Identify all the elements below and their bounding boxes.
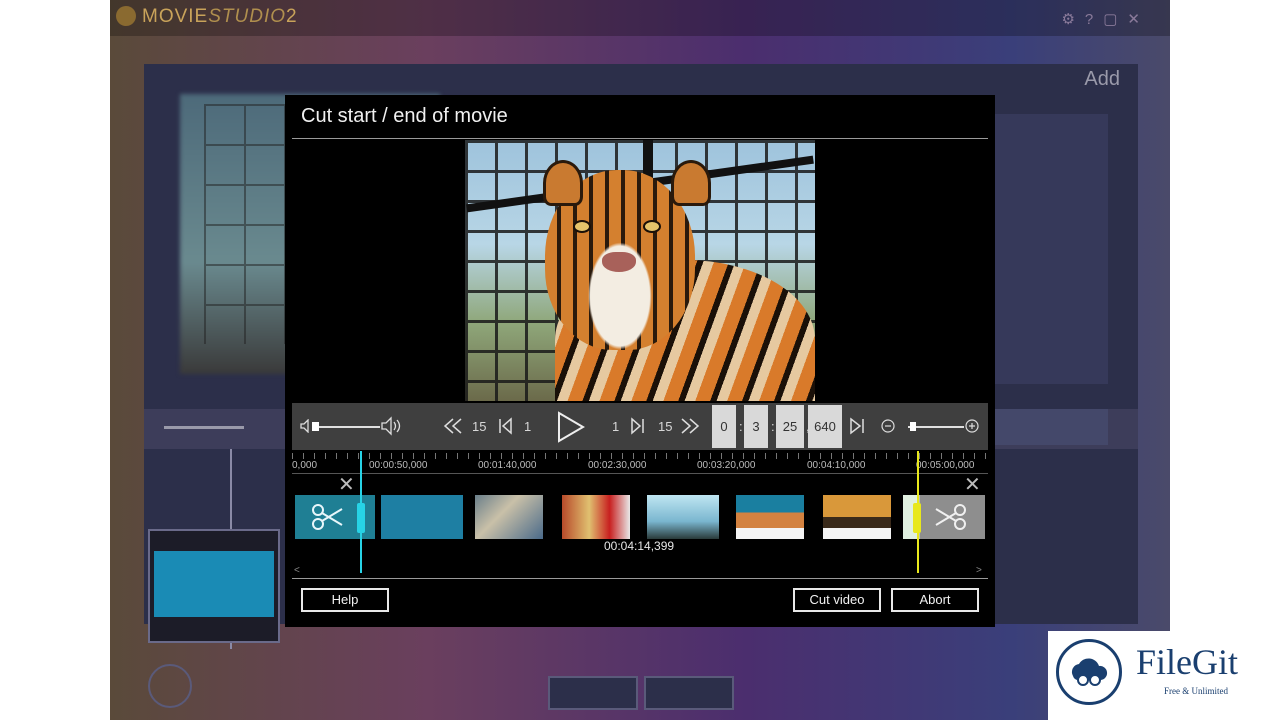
help-button[interactable]: Help: [301, 588, 389, 612]
zoom-slider-knob[interactable]: [910, 422, 916, 431]
tiger-nose: [602, 252, 636, 272]
tiger-eye: [643, 220, 661, 233]
play-icon[interactable]: [555, 411, 585, 443]
time-ruler[interactable]: 0,000 00:00:50,000 00:01:40,000 00:02:30…: [292, 453, 988, 475]
brand-movie: MOVIE: [142, 6, 209, 27]
remove-start-cut-icon[interactable]: ✕: [338, 475, 355, 495]
volume-slider-knob[interactable]: [312, 422, 319, 431]
tiger-ear: [543, 160, 583, 206]
clip-thumbnail[interactable]: [736, 495, 804, 539]
background-clip: [148, 529, 280, 643]
tiger-eye: [573, 220, 591, 233]
timecode-minutes[interactable]: 3: [744, 405, 768, 448]
window-controls-icon: ⚙?▢✕: [1061, 11, 1150, 28]
remove-end-cut-icon[interactable]: ✕: [964, 475, 981, 495]
cut-video-button[interactable]: Cut video: [793, 588, 881, 612]
scroll-right-icon[interactable]: >: [976, 565, 982, 576]
dialog-title: Cut start / end of movie: [301, 105, 508, 127]
timecode-separator: :: [739, 419, 743, 434]
app-titlebar: MOVIESTUDIO2 ⚙?▢✕: [110, 0, 1170, 36]
cursor-time-label: 00:04:14,399: [602, 539, 677, 553]
ruler-label: 00:05:00,000: [916, 460, 975, 471]
volume-slider[interactable]: [316, 426, 380, 428]
ruler-label: 00:02:30,000: [588, 460, 647, 471]
clip-thumbnail[interactable]: [647, 495, 719, 539]
skip-to-end-icon[interactable]: [848, 417, 866, 435]
logo-icon: [116, 6, 136, 26]
brand-studio: STUDIO: [208, 6, 287, 27]
title-divider: [292, 138, 988, 139]
timeline-divider: [292, 578, 988, 579]
timecode-hours[interactable]: 0: [712, 405, 736, 448]
background-add-label: Add: [1084, 68, 1120, 90]
ruler-label: 00:00:50,000: [369, 460, 428, 471]
video-preview: [465, 140, 815, 401]
rewind-1-icon[interactable]: [497, 417, 515, 435]
forward-15-icon[interactable]: [680, 417, 700, 435]
ruler-ticks: [292, 453, 988, 459]
rewind-1-label[interactable]: 1: [524, 403, 531, 450]
cut-end-marker[interactable]: [917, 451, 919, 573]
zoom-slider[interactable]: [908, 426, 964, 428]
rewind-15-label[interactable]: 15: [472, 403, 486, 450]
clip-thumbnail[interactable]: [562, 495, 630, 539]
zoom-in-icon[interactable]: [965, 419, 979, 433]
volume-high-icon[interactable]: [381, 416, 403, 436]
clip-thumbnail-cut-end[interactable]: [903, 495, 985, 539]
scissors-icon: [312, 504, 343, 530]
brand-version: 2: [286, 6, 298, 27]
volume-low-icon[interactable]: [300, 419, 312, 433]
app-logo: MOVIESTUDIO2: [116, 6, 298, 28]
forward-1-label[interactable]: 1: [612, 403, 619, 450]
filegit-watermark: FileGit Free & Unlimited: [1048, 631, 1280, 720]
background-circle-icon: [148, 664, 192, 708]
clip-thumbnail-cut-start[interactable]: [295, 495, 375, 539]
cut-dialog: Cut start / end of movie 15 1 1 15 0: 3…: [285, 95, 995, 627]
ruler-label: 00:04:10,000: [807, 460, 866, 471]
ruler-label: 00:01:40,000: [478, 460, 537, 471]
scissors-icon: [935, 504, 966, 530]
background-clip-thumb: [154, 551, 274, 617]
abort-button[interactable]: Abort: [891, 588, 979, 612]
scroll-left-icon[interactable]: <: [294, 565, 300, 576]
filegit-logo-icon: [1056, 639, 1122, 705]
tiger-ear: [671, 160, 711, 206]
cut-start-marker[interactable]: [360, 451, 362, 573]
clip-thumbnail[interactable]: [823, 495, 891, 539]
zoom-out-icon[interactable]: [881, 419, 895, 433]
timeline[interactable]: ✕ ✕ 00:04:14,399 < >: [292, 451, 988, 579]
forward-1-icon[interactable]: [628, 417, 646, 435]
background-slider: [164, 426, 244, 429]
clip-thumbnail[interactable]: [475, 495, 543, 539]
clip-thumbnail[interactable]: [381, 495, 463, 539]
background-button: [644, 676, 734, 710]
timecode-milliseconds[interactable]: 640: [808, 405, 842, 448]
timecode-seconds[interactable]: 25: [776, 405, 804, 448]
filegit-tagline: Free & Unlimited: [1164, 686, 1228, 696]
filegit-name: FileGit: [1136, 642, 1239, 682]
timecode-separator: :: [771, 419, 775, 434]
ruler-baseline: [292, 473, 988, 474]
forward-15-label[interactable]: 15: [658, 403, 672, 450]
ruler-label: 0,000: [292, 460, 318, 471]
background-button: [548, 676, 638, 710]
rewind-15-icon[interactable]: [443, 417, 463, 435]
playback-controls: 15 1 1 15 0 : 3 : 25 , 640: [292, 403, 988, 450]
ruler-label: 00:03:20,000: [697, 460, 756, 471]
